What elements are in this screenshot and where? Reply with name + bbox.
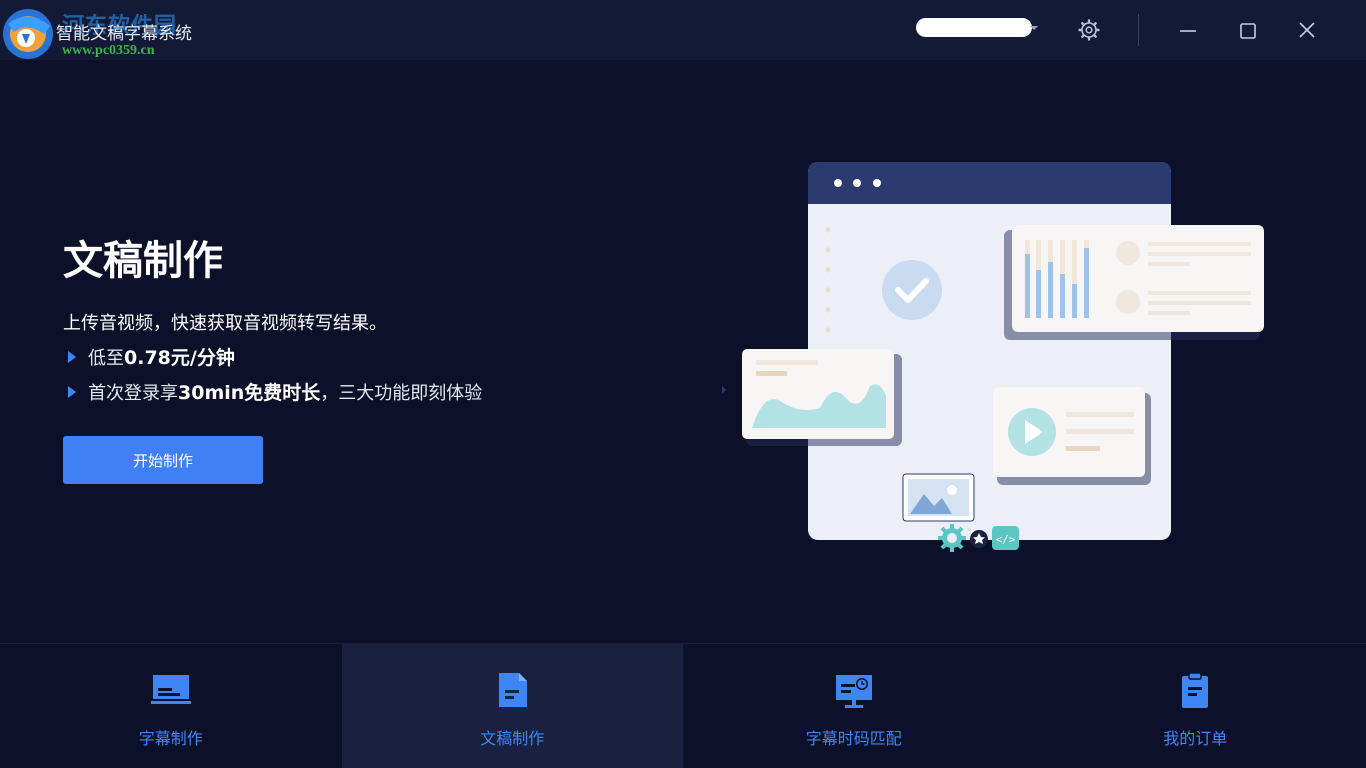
bullet-triangle-icon — [68, 385, 76, 398]
close-icon — [1299, 22, 1315, 38]
nav-item-orders[interactable]: 我的订单 — [1025, 644, 1366, 768]
app-logo-icon — [0, 4, 60, 62]
bullet-text-suffix: ，三大功能即刻体验 — [320, 382, 483, 404]
bullet-text: 低至 — [88, 347, 124, 369]
start-button[interactable]: 开始制作 — [63, 436, 263, 484]
svg-text:</>: </> — [996, 533, 1016, 546]
trial-bullet: 首次登录享 30min免费时长 ，三大功能即刻体验 — [68, 378, 482, 405]
clipboard-icon — [1182, 672, 1209, 708]
maximize-button[interactable] — [1234, 16, 1262, 44]
nav-item-document[interactable]: 文稿制作 — [341, 644, 683, 768]
settings-button[interactable] — [1075, 16, 1103, 44]
gear-icon — [1078, 19, 1100, 41]
bullet-text: 首次登录享 — [88, 382, 178, 404]
bullet-highlight: 0.78元/分钟 — [124, 347, 235, 369]
title-bar: 河东软件园 www.pc0359.cn 智能文稿字幕系统 — [0, 0, 1366, 60]
hero-illustration: </> — [720, 150, 1280, 570]
monitor-subtitle-icon — [150, 675, 191, 704]
chevron-down-icon[interactable] — [1030, 26, 1038, 30]
nav-label: 字幕制作 — [138, 729, 203, 748]
bottom-nav: 字幕制作 文稿制作 字幕时码匹配 我的订单 — [0, 643, 1366, 768]
bullet-highlight: 30min免费时长 — [178, 382, 321, 404]
nav-label: 我的订单 — [1163, 729, 1228, 748]
bullet-triangle-icon — [68, 350, 76, 363]
hero-description: 上传音视频，快速获取音视频转写结果。 — [63, 313, 387, 334]
maximize-icon — [1240, 23, 1256, 39]
nav-item-timecode[interactable]: 字幕时码匹配 — [683, 644, 1025, 768]
nav-item-subtitle[interactable]: 字幕制作 — [0, 644, 342, 768]
minimize-icon — [1180, 30, 1196, 32]
watermark-url: www.pc0359.cn — [62, 43, 155, 58]
titlebar-divider — [1138, 14, 1139, 46]
price-bullet: 低至 0.78元/分钟 — [68, 343, 235, 370]
monitor-clock-icon — [835, 675, 872, 708]
hero-title: 文稿制作 — [63, 238, 223, 284]
user-account-menu[interactable] — [916, 18, 1032, 37]
document-icon — [499, 673, 528, 707]
nav-label: 字幕时码匹配 — [805, 729, 902, 748]
app-title: 智能文稿字幕系统 — [56, 24, 192, 44]
minimize-button[interactable] — [1174, 16, 1202, 44]
nav-label: 文稿制作 — [480, 729, 545, 748]
close-button[interactable] — [1293, 16, 1321, 44]
